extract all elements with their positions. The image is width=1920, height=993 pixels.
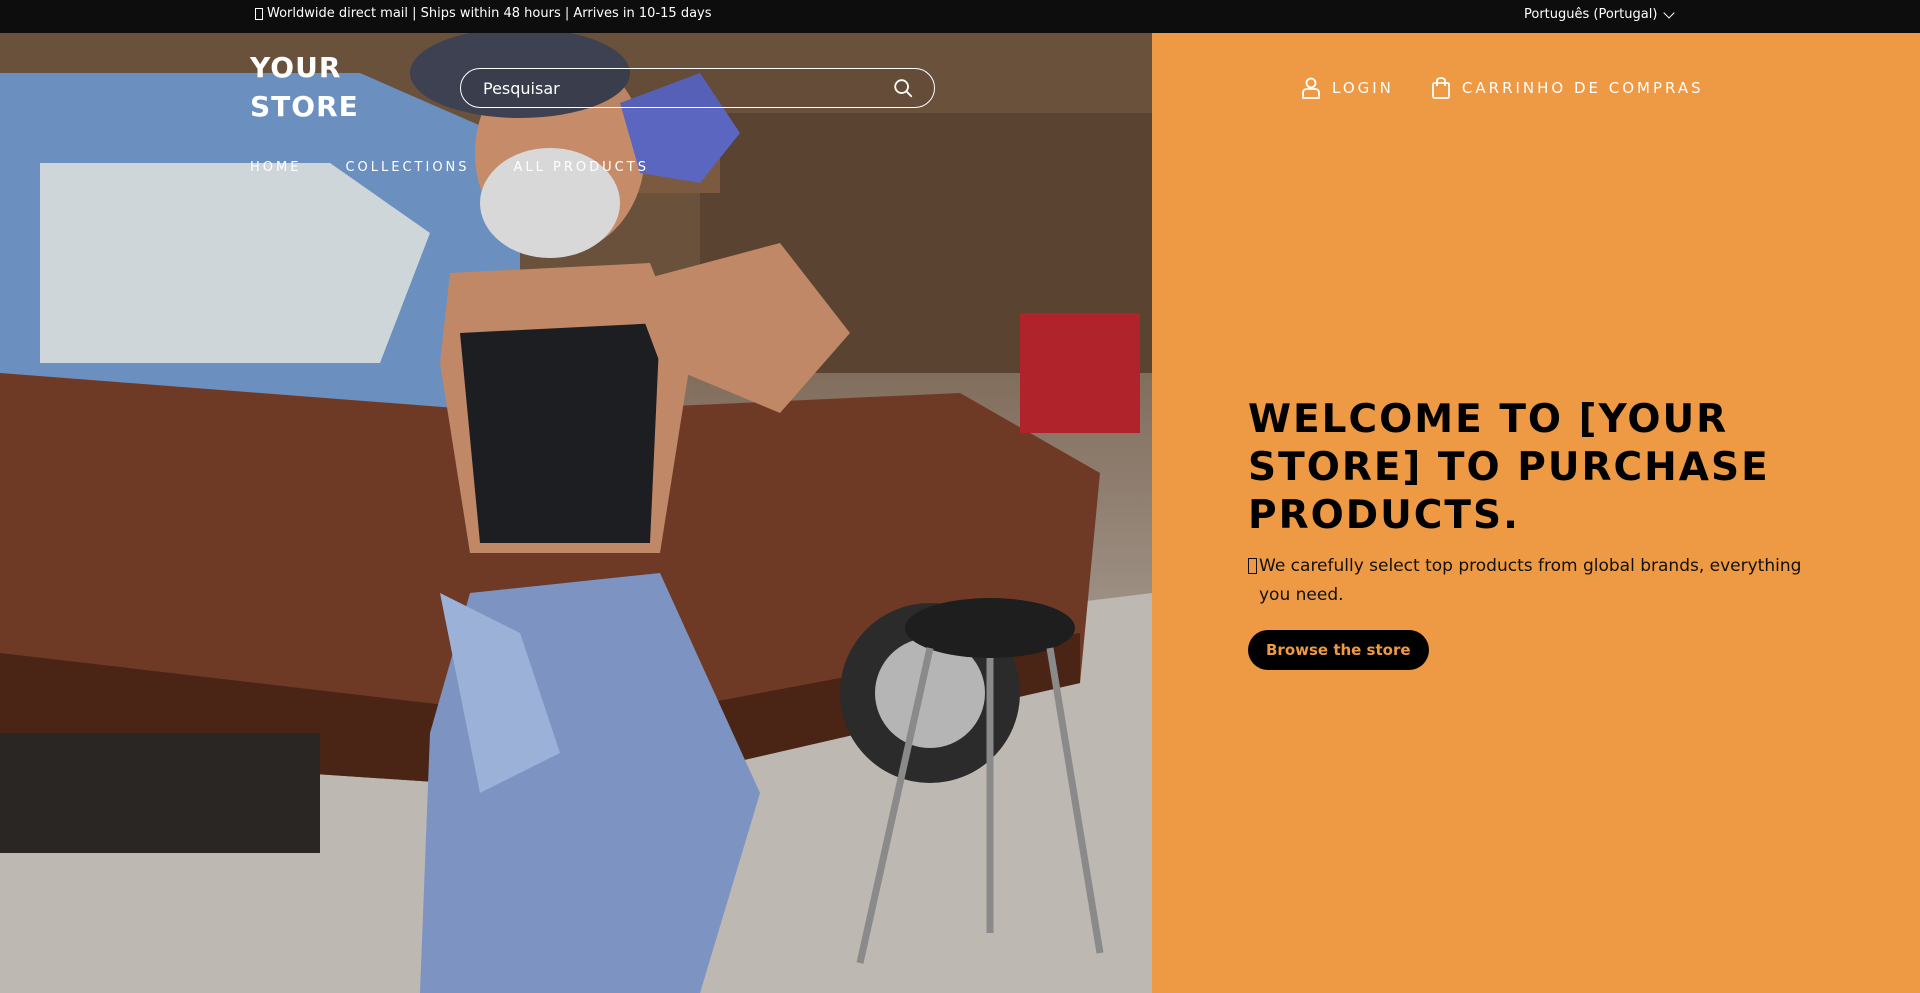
user-icon (1302, 77, 1320, 99)
store-logo[interactable]: YOUR STORE (250, 48, 390, 126)
hero-title: WELCOME TO [YOUR STORE] TO PURCHASE PROD… (1248, 397, 1770, 538)
login-label: LOGIN (1332, 79, 1394, 97)
garage-photo-illustration (0, 33, 1152, 993)
search-input[interactable] (483, 78, 892, 98)
announcement-text: Worldwide direct mail | Ships within 48 … (267, 6, 712, 21)
chevron-down-icon (1663, 6, 1676, 19)
search-icon[interactable] (892, 77, 914, 99)
announcement: Worldwide direct mail | Ships within 48 … (255, 6, 712, 21)
nav-item-home[interactable]: HOME (250, 160, 301, 175)
hero-subtitle-row: We carefully select top products from gl… (1248, 552, 1838, 610)
logo-line-1: YOUR (250, 51, 342, 84)
missing-glyph-icon (255, 7, 263, 20)
hero-subtitle: We carefully select top products from gl… (1259, 556, 1802, 605)
hero-content: WELCOME TO [YOUR STORE] TO PURCHASE PROD… (1248, 396, 1848, 670)
nav-item-collections[interactable]: COLLECTIONS (345, 160, 469, 175)
logo-line-2: STORE (250, 90, 359, 123)
nav-item-all-products[interactable]: ALL PRODUCTS (514, 160, 649, 175)
main-nav: HOME COLLECTIONS ALL PRODUCTS (250, 160, 649, 175)
shopping-bag-icon (1432, 77, 1450, 99)
language-label: Português (Portugal) (1524, 7, 1658, 22)
search-bar[interactable] (460, 68, 935, 108)
cart-link[interactable]: CARRINHO DE COMPRAS (1430, 76, 1704, 100)
announcement-bar: Worldwide direct mail | Ships within 48 … (0, 0, 1920, 33)
cart-label: CARRINHO DE COMPRAS (1461, 79, 1704, 97)
login-link[interactable]: LOGIN (1300, 76, 1394, 100)
browse-store-button[interactable]: Browse the store (1248, 630, 1429, 670)
hero-image (0, 33, 1152, 993)
header-actions: LOGIN CARRINHO DE COMPRAS (1300, 76, 1704, 100)
language-selector[interactable]: Português (Portugal) (1524, 6, 1676, 22)
missing-glyph-icon (1248, 558, 1257, 574)
